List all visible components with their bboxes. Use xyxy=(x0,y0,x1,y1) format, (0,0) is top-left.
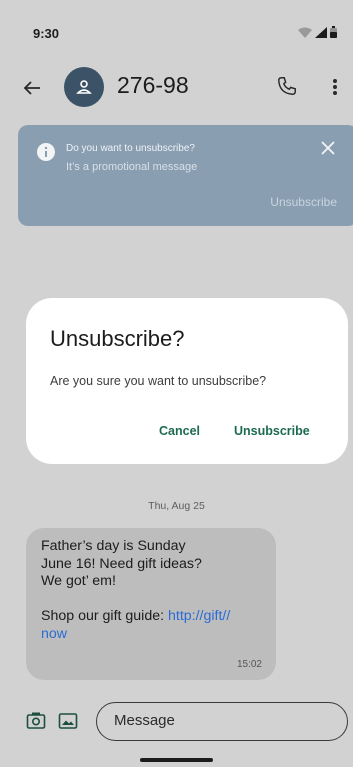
message-input[interactable]: Message xyxy=(96,702,348,741)
status-bar: 9:30 xyxy=(0,0,353,48)
arrow-back-icon xyxy=(23,81,40,95)
cancel-button[interactable]: Cancel xyxy=(159,424,200,438)
close-icon[interactable] xyxy=(320,140,336,156)
camera-icon xyxy=(26,712,46,729)
signal-icon xyxy=(315,26,327,38)
date-divider: Thu, Aug 25 xyxy=(148,500,205,512)
info-icon xyxy=(37,143,55,161)
wifi-icon xyxy=(298,27,312,38)
banner-title: Do you want to unsubscribe? xyxy=(66,143,195,154)
contact-name[interactable]: 276-98 xyxy=(117,72,189,99)
dialog-title: Unsubscribe? xyxy=(50,326,185,351)
banner-unsubscribe-button[interactable]: Unsubscribe xyxy=(270,195,337,209)
message-bubble[interactable]: Father’s day is Sunday June 16! Need gif… xyxy=(26,528,276,680)
confirm-unsubscribe-button[interactable]: Unsubscribe xyxy=(234,424,310,438)
unsubscribe-dialog: Unsubscribe? Are you sure you want to un… xyxy=(26,298,348,464)
person-icon xyxy=(76,80,92,94)
more-vert-icon xyxy=(333,79,337,95)
unsubscribe-banner: Do you want to unsubscribe? It’s a promo… xyxy=(18,125,353,226)
back-button[interactable] xyxy=(20,76,44,100)
status-time: 9:30 xyxy=(33,26,60,41)
status-icons xyxy=(298,26,337,38)
more-options-button[interactable] xyxy=(325,75,345,99)
home-indicator[interactable] xyxy=(140,758,213,762)
banner-subtitle: It’s a promotional message xyxy=(66,161,198,173)
gallery-icon xyxy=(58,713,78,729)
gallery-button[interactable] xyxy=(58,711,78,731)
phone-icon xyxy=(278,77,296,95)
camera-button[interactable] xyxy=(26,711,46,731)
message-placeholder: Message xyxy=(114,712,175,729)
app-bar: 276-98 xyxy=(0,58,353,114)
battery-icon xyxy=(330,26,337,38)
message-text: Father’s day is Sunday June 16! Need gif… xyxy=(41,538,273,643)
message-time: 15:02 xyxy=(236,659,262,670)
avatar[interactable] xyxy=(64,67,104,107)
dialog-message: Are you sure you want to unsubscribe? xyxy=(50,374,267,388)
call-button[interactable] xyxy=(276,75,300,99)
